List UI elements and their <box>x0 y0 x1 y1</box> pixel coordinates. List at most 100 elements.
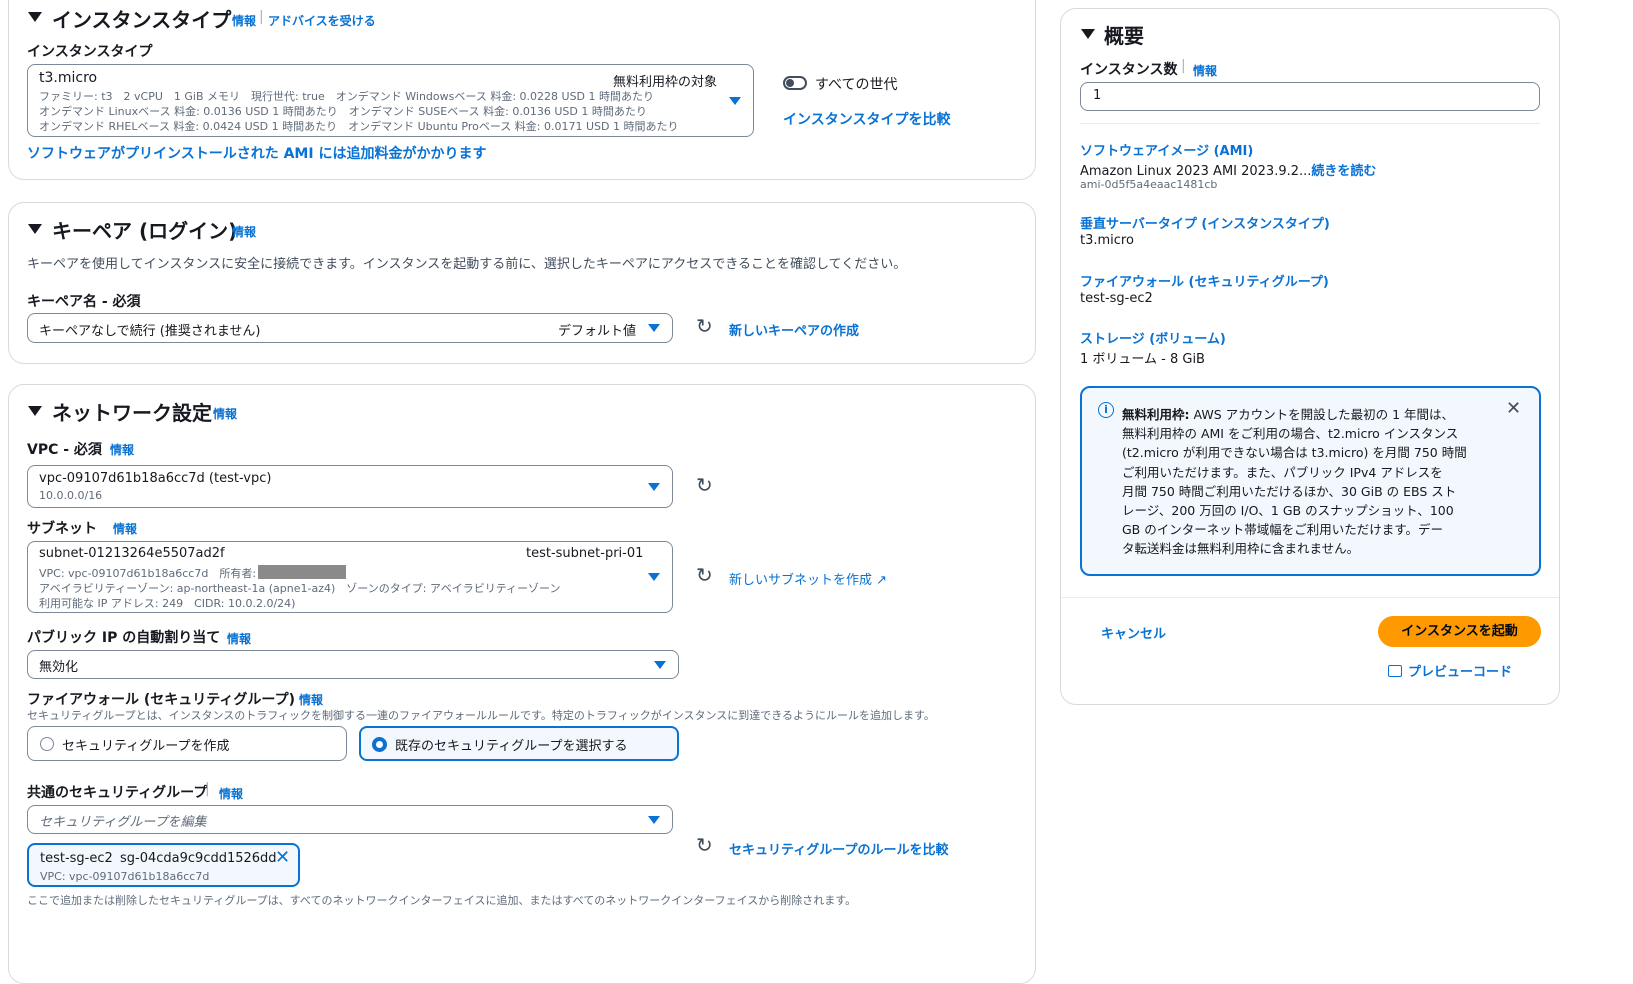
chevron-down-icon <box>648 573 660 581</box>
compare-instance-types-link[interactable]: インスタンスタイプを比較 <box>783 109 950 129</box>
server-type-value: t3.micro <box>1080 233 1134 248</box>
vpc-select[interactable]: vpc-09107d61b18a6cc7d (test-vpc) 10.0.0.… <box>27 465 673 508</box>
all-generations-label: すべての世代 <box>815 77 898 93</box>
key-pair-description: キーペアを使用してインスタンスに安全に接続できます。インスタンスを起動する前に、… <box>27 257 907 272</box>
sg-token-vpc: VPC: vpc-09107d61b18a6cc7d <box>40 870 210 883</box>
radio-existing-sg[interactable]: 既存のセキュリティグループを選択する <box>359 726 679 761</box>
toggle-knob <box>786 79 794 87</box>
public-ip-select[interactable]: 無効化 <box>27 650 679 679</box>
instance-count-label: インスタンス数 <box>1080 62 1178 78</box>
vpc-refresh-icon[interactable]: ↻ <box>696 473 713 497</box>
collapse-caret-icon[interactable] <box>28 224 42 234</box>
public-ip-info-link[interactable]: 情報 <box>227 630 251 647</box>
subnet-detail-1: VPC: vpc-09107d61b18a6cc7d 所有者: <box>39 567 257 580</box>
collapse-caret-icon[interactable] <box>28 12 42 22</box>
close-icon[interactable]: ✕ <box>1506 398 1521 419</box>
free-tier-alert: i 無料利用枠: AWS アカウントを開設した最初の 1 年間は、 無料利用枠の… <box>1080 386 1541 576</box>
collapse-caret-icon[interactable] <box>1081 29 1095 39</box>
preview-code-button[interactable]: プレビューコード <box>1388 661 1512 680</box>
key-pair-heading: キーペア (ログイン) <box>52 219 238 243</box>
sg-placeholder: セキュリティグループを編集 <box>39 815 207 830</box>
server-type-title-link[interactable]: 垂直サーバータイプ (インスタンスタイプ) <box>1080 213 1330 232</box>
ami-value: Amazon Linux 2023 AMI 2023.9.2...続きを読む <box>1080 164 1377 179</box>
instance-type-selected: t3.micro <box>39 70 98 86</box>
default-tag: デフォルト値 <box>558 324 637 339</box>
firewall-label: ファイアウォール (セキュリティグループ) <box>27 692 295 708</box>
sg-refresh-icon[interactable]: ↻ <box>696 833 713 857</box>
key-pair-select[interactable]: キーペアなしで続行 (推奨されません) デフォルト値 <box>27 313 673 343</box>
vpc-cidr: 10.0.0.0/16 <box>39 489 103 502</box>
sg-multiselect[interactable]: セキュリティグループを編集 <box>27 805 673 834</box>
all-generations-toggle[interactable] <box>783 76 807 90</box>
public-ip-label: パブリック IP の自動割り当て <box>27 630 221 646</box>
divider <box>1061 597 1559 598</box>
storage-title-link[interactable]: ストレージ (ボリューム) <box>1080 328 1226 347</box>
ami-id: ami-0d5f5a4eaac1481cb <box>1080 178 1218 191</box>
instance-count-info-link[interactable]: 情報 <box>1193 62 1217 79</box>
vpc-label: VPC - 必須 <box>27 442 102 458</box>
subnet-detail-2: アベイラビリティーゾーン: ap-northeast-1a (apne1-az4… <box>39 582 561 595</box>
instance-type-detail-1: ファミリー: t3 2 vCPU 1 GiB メモリ 現行世代: true オン… <box>39 90 655 103</box>
subnet-name: test-subnet-pri-01 <box>526 546 644 561</box>
refresh-icon[interactable]: ↻ <box>696 314 713 338</box>
instance-type-heading: インスタンスタイプ <box>52 8 232 32</box>
compare-sg-rules-link[interactable]: セキュリティグループのルールを比較 <box>729 839 948 858</box>
cancel-button[interactable]: キャンセル <box>1101 623 1166 642</box>
firewall-description: セキュリティグループとは、インスタンスのトラフィックを制御する一連のファイアウォ… <box>27 709 935 722</box>
launch-instance-button[interactable]: インスタンスを起動 <box>1378 616 1541 647</box>
radio-checked-icon <box>372 737 387 752</box>
common-sg-info-link[interactable]: 情報 <box>219 785 243 802</box>
key-pair-info-link[interactable]: 情報 <box>232 223 256 240</box>
key-pair-field-label: キーペア名 - 必須 <box>27 294 141 310</box>
sg-token: test-sg-ec2 sg-04cda9c9cdd1526dd VPC: vp… <box>27 843 300 887</box>
instance-count-input[interactable]: 1 <box>1080 82 1540 111</box>
chevron-down-icon <box>729 97 741 105</box>
vpc-value: vpc-09107d61b18a6cc7d (test-vpc) <box>39 471 272 486</box>
storage-value: 1 ボリューム - 8 GiB <box>1080 352 1205 367</box>
sg-footer-note: ここで追加または削除したセキュリティグループは、すべてのネットワークインターフェ… <box>27 894 857 907</box>
create-key-pair-link[interactable]: 新しいキーペアの作成 <box>729 320 859 339</box>
subnet-label: サブネット <box>27 521 97 537</box>
owner-redacted <box>258 565 346 579</box>
subnet-id: subnet-01213264e5507ad2f <box>39 546 225 561</box>
common-sg-label: 共通のセキュリティグループ <box>27 785 208 801</box>
summary-heading: 概要 <box>1104 24 1144 48</box>
read-more-link[interactable]: 続きを読む <box>1311 164 1376 179</box>
instance-type-detail-3: オンデマンド RHELベース 料金: 0.0424 USD 1 時間あたり オン… <box>39 120 679 133</box>
radio-create-sg[interactable]: セキュリティグループを作成 <box>27 726 347 761</box>
divider <box>1080 123 1540 124</box>
instance-type-info-link[interactable]: 情報 <box>232 12 256 29</box>
firewall-value: test-sg-ec2 <box>1080 291 1153 306</box>
instance-type-select[interactable]: t3.micro 無料利用枠の対象 ファミリー: t3 2 vCPU 1 GiB… <box>27 64 754 137</box>
advice-link[interactable]: アドバイスを受ける <box>268 12 376 29</box>
code-preview-icon <box>1388 665 1402 677</box>
network-info-link[interactable]: 情報 <box>213 405 237 422</box>
remove-token-icon[interactable]: ✕ <box>275 847 290 868</box>
ami-title-link[interactable]: ソフトウェアイメージ (AMI) <box>1080 140 1253 159</box>
external-link-icon: ↗ <box>876 573 888 588</box>
subnet-refresh-icon[interactable]: ↻ <box>696 563 713 587</box>
firewall-title-link[interactable]: ファイアウォール (セキュリティグループ) <box>1080 271 1329 290</box>
subnet-info-link[interactable]: 情報 <box>113 520 137 537</box>
chevron-down-icon <box>648 483 660 491</box>
firewall-info-link[interactable]: 情報 <box>299 691 323 708</box>
ami-fee-note-link[interactable]: ソフトウェアがプリインストールされた AMI には追加料金がかかります <box>27 143 486 163</box>
sg-token-name: test-sg-ec2 <box>40 851 113 866</box>
chevron-down-icon <box>648 816 660 824</box>
subnet-detail-3: 利用可能な IP アドレス: 249 CIDR: 10.0.2.0/24) <box>39 597 296 610</box>
create-subnet-link[interactable]: 新しいサブネットを作成 ↗ <box>729 569 887 588</box>
sg-token-id: sg-04cda9c9cdd1526dd <box>120 851 277 866</box>
network-heading: ネットワーク設定 <box>52 401 212 425</box>
instance-type-field-label: インスタンスタイプ <box>27 44 153 60</box>
public-ip-value: 無効化 <box>39 660 79 675</box>
chevron-down-icon <box>654 661 666 669</box>
vpc-info-link[interactable]: 情報 <box>110 441 134 458</box>
collapse-caret-icon[interactable] <box>28 406 42 416</box>
chevron-down-icon <box>648 324 660 332</box>
radio-unchecked-icon <box>40 737 54 751</box>
alert-text: 無料利用枠: AWS アカウントを開設した最初の 1 年間は、 無料利用枠の A… <box>1122 407 1467 557</box>
instance-type-detail-2: オンデマンド Linuxベース 料金: 0.0136 USD 1 時間あたり オ… <box>39 105 647 118</box>
key-pair-selected: キーペアなしで続行 (推奨されません) <box>39 324 261 339</box>
subnet-select[interactable]: subnet-01213264e5507ad2f test-subnet-pri… <box>27 541 673 613</box>
info-circle-icon: i <box>1098 402 1114 418</box>
